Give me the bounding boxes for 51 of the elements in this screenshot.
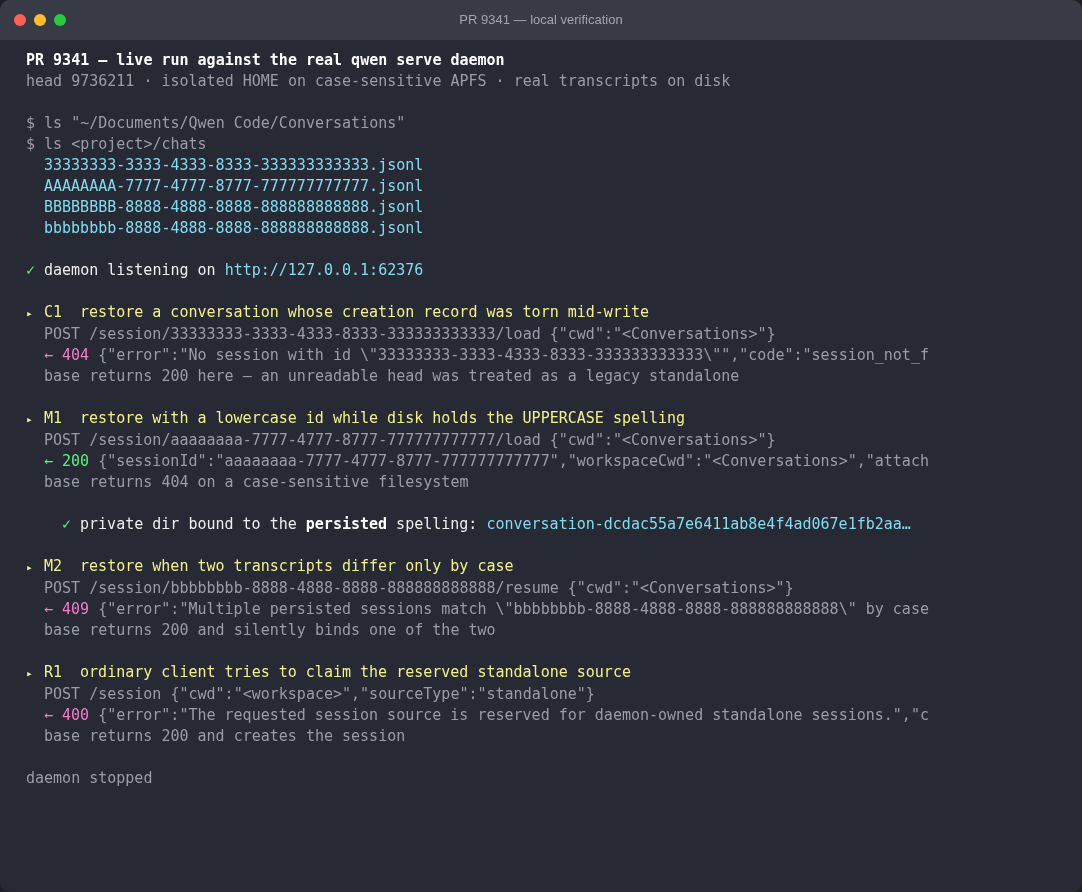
case-title: restore with a lowercase id while disk holds the UPPERCASE spelling bbox=[80, 408, 686, 429]
check-icon: ✓ bbox=[62, 514, 72, 535]
response-body: {"error":"No session with id \"33333333-3333-4333-8333-333333333333\"","code":"session_not_f bbox=[98, 345, 929, 366]
note: base returns 404 on a case-sensitive filesystem bbox=[44, 472, 469, 493]
arrow-icon: ← bbox=[44, 705, 54, 726]
shell-command: $ ls <project>/chats bbox=[26, 134, 207, 155]
case-title: ordinary client tries to claim the reserved standalone source bbox=[80, 662, 631, 683]
disclosure-icon: ▸ bbox=[26, 557, 44, 578]
case-id: M1 bbox=[44, 408, 63, 429]
case-id: M2 bbox=[44, 556, 63, 577]
response-body: {"error":"Multiple persisted sessions match \"bbbbbbbb-8888-4888-8888-888888888888\" by case bbox=[98, 599, 929, 620]
request-line: POST /session {"cwd":"<workspace>","sourceType":"standalone"} bbox=[44, 684, 595, 705]
response-body: {"sessionId":"aaaaaaaa-7777-4777-8777-777777777777","workspaceCwd":"<Conversations>","attach bbox=[98, 451, 929, 472]
case-id: C1 bbox=[44, 302, 63, 323]
arrow-icon: ← bbox=[44, 345, 54, 366]
case-title: restore when two transcripts differ only by case bbox=[80, 556, 514, 577]
note: base returns 200 and creates the session bbox=[44, 726, 406, 747]
minimize-button[interactable] bbox=[34, 14, 46, 26]
directory-name: conversation-dcdac55a7e6411ab8e4f4ad067e1fb2aa… bbox=[486, 514, 911, 535]
file-name: BBBBBBBB-8888-4888-8888-888888888888.jsonl bbox=[44, 197, 424, 218]
disclosure-icon: ▸ bbox=[26, 663, 44, 684]
status-text: daemon listening on bbox=[44, 260, 216, 281]
disclosure-icon: ▸ bbox=[26, 303, 44, 324]
file-name: bbbbbbbb-8888-4888-8888-888888888888.jsonl bbox=[44, 218, 424, 239]
subtitle: head 9736211 · isolated HOME on case-sensitive APFS · real transcripts on disk bbox=[26, 71, 731, 92]
file-name: 33333333-3333-4333-8333-333333333333.jsonl bbox=[44, 155, 424, 176]
zoom-button[interactable] bbox=[54, 14, 66, 26]
case-title: restore a conversation whose creation record was torn mid-write bbox=[80, 302, 649, 323]
status-code: 200 bbox=[62, 451, 90, 472]
status-code: 400 bbox=[62, 705, 90, 726]
window-title: PR 9341 — local verification bbox=[459, 11, 623, 30]
arrow-icon: ← bbox=[44, 599, 54, 620]
shell-command: $ ls "~/Documents/Qwen Code/Conversations" bbox=[26, 113, 406, 134]
heading: PR 9341 — live run against the real qwen serve daemon bbox=[26, 50, 505, 71]
case-id: R1 bbox=[44, 662, 63, 683]
status-code: 404 bbox=[62, 345, 90, 366]
note: base returns 200 and silently binds one of the two bbox=[44, 620, 496, 641]
file-name: AAAAAAAA-7777-4777-8777-777777777777.jsonl bbox=[44, 176, 424, 197]
status-code: 409 bbox=[62, 599, 90, 620]
response-body: {"error":"The requested session source is reserved for daemon-owned standalone sessions.","c bbox=[98, 705, 929, 726]
arrow-icon: ← bbox=[44, 451, 54, 472]
disclosure-icon: ▸ bbox=[26, 409, 44, 430]
note: base returns 200 here — an unreadable head was treated as a legacy standalone bbox=[44, 366, 740, 387]
request-line: POST /session/aaaaaaaa-7777-4777-8777-777777777777/load {"cwd":"<Conversations>"} bbox=[44, 430, 776, 451]
request-line: POST /session/33333333-3333-4333-8333-333333333333/load {"cwd":"<Conversations>"} bbox=[44, 324, 776, 345]
close-button[interactable] bbox=[14, 14, 26, 26]
check-icon: ✓ bbox=[26, 260, 36, 281]
check-text: private dir bound to the persisted spelling: bbox=[80, 514, 478, 535]
request-line: POST /session/bbbbbbbb-8888-4888-8888-888888888888/resume {"cwd":"<Conversations>"} bbox=[44, 578, 794, 599]
url-link[interactable]: http://127.0.0.1:62376 bbox=[224, 260, 424, 281]
footer-text: daemon stopped bbox=[26, 768, 153, 789]
